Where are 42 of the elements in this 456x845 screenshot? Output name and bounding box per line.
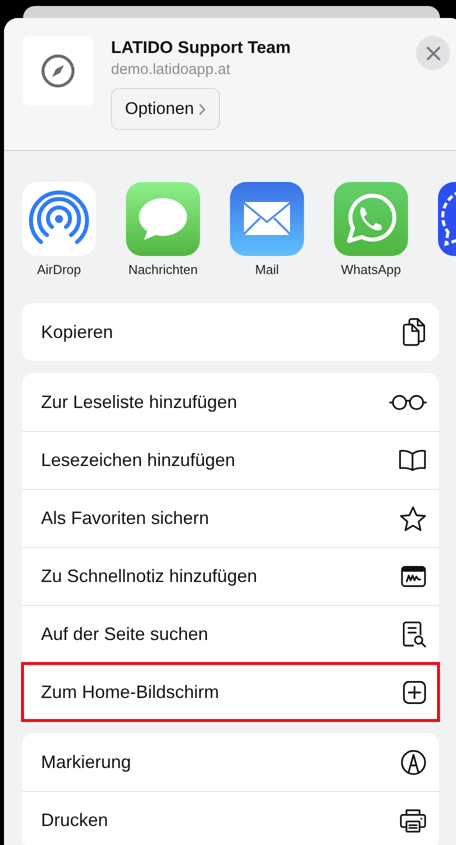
action-item[interactable]: Lesezeichen hinzufügen bbox=[22, 431, 439, 489]
close-icon bbox=[426, 46, 440, 60]
compass-icon bbox=[40, 53, 76, 89]
app-label: Mail bbox=[255, 262, 279, 277]
pen-circle-icon bbox=[400, 748, 427, 776]
action-label: Zum Home-Bildschirm bbox=[41, 682, 220, 703]
chevron-icon bbox=[198, 102, 206, 116]
action-label: Markierung bbox=[41, 752, 132, 772]
printer-icon bbox=[399, 807, 427, 834]
document-search-icon bbox=[401, 620, 427, 649]
open-book-icon bbox=[398, 449, 427, 472]
action-item[interactable]: Als Favoriten sichern bbox=[22, 489, 439, 547]
action-item[interactable]: Drucken bbox=[22, 791, 439, 845]
action-item[interactable]: Zum Home-Bildschirm bbox=[22, 663, 439, 721]
action-label: Kopieren bbox=[41, 322, 114, 342]
action-label: Als Favoriten sichern bbox=[41, 508, 210, 529]
plus-square-icon bbox=[402, 680, 427, 705]
app-tile[interactable] bbox=[334, 182, 408, 256]
app-label: AirDrop bbox=[36, 262, 82, 277]
action-label: Auf der Seite suchen bbox=[41, 624, 208, 645]
star-icon bbox=[399, 505, 427, 532]
action-item[interactable]: Auf der Seite suchen bbox=[22, 605, 439, 663]
action-item[interactable]: Kopieren bbox=[22, 303, 439, 361]
action-item[interactable]: Markierung bbox=[22, 733, 439, 791]
note-icon bbox=[400, 565, 427, 588]
options-button[interactable]: Optionen bbox=[111, 88, 220, 130]
page-title: LATIDO Support Team bbox=[111, 38, 291, 58]
close-button[interactable] bbox=[416, 36, 450, 70]
page-url: demo.latidoapp.at bbox=[111, 61, 230, 78]
app-tile[interactable] bbox=[22, 182, 96, 256]
app-tile[interactable] bbox=[230, 182, 304, 256]
action-label: Lesezeichen hinzufügen bbox=[41, 450, 236, 471]
action-label: Drucken bbox=[41, 810, 108, 831]
copy-icon bbox=[401, 317, 427, 347]
action-item[interactable]: Zur Leseliste hinzufügen bbox=[22, 373, 439, 431]
app-tile[interactable] bbox=[126, 182, 200, 256]
action-label: Zur Leseliste hinzufügen bbox=[41, 392, 238, 412]
action-label: Zu Schnellnotiz hinzufügen bbox=[41, 566, 258, 587]
app-label: WhatsApp bbox=[341, 262, 401, 277]
app-label: Nachrichten bbox=[128, 262, 198, 277]
glasses-icon bbox=[389, 394, 427, 410]
action-item[interactable]: Zu Schnellnotiz hinzufügen bbox=[22, 547, 439, 605]
